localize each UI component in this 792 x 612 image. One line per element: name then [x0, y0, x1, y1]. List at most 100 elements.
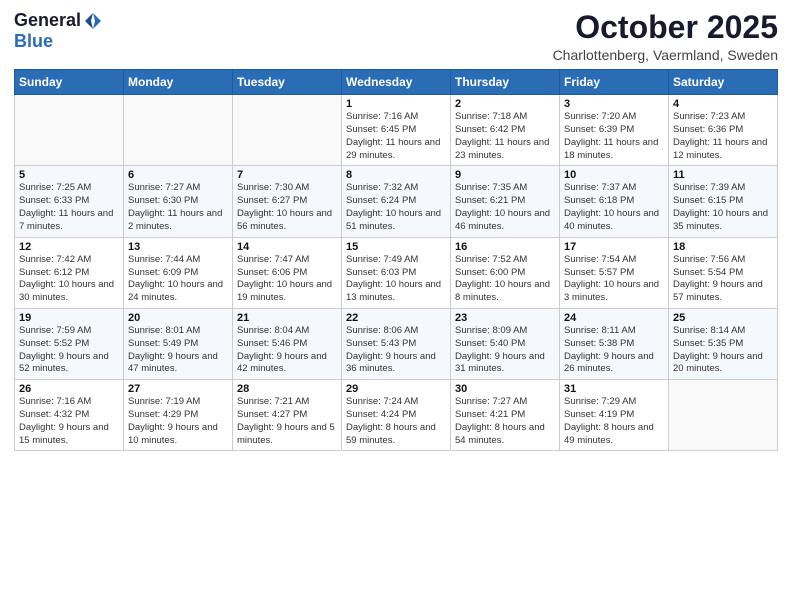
- calendar-week-2: 5Sunrise: 7:25 AMSunset: 6:33 PMDaylight…: [15, 166, 778, 237]
- day-info: Sunrise: 7:49 AMSunset: 6:03 PMDaylight:…: [346, 254, 446, 305]
- calendar-header-row: SundayMondayTuesdayWednesdayThursdayFrid…: [15, 70, 778, 95]
- day-number: 8: [346, 169, 446, 181]
- day-info: Sunrise: 8:01 AMSunset: 5:49 PMDaylight:…: [128, 325, 228, 376]
- calendar-cell: 23Sunrise: 8:09 AMSunset: 5:40 PMDayligh…: [451, 308, 560, 379]
- calendar-cell: 20Sunrise: 8:01 AMSunset: 5:49 PMDayligh…: [124, 308, 233, 379]
- calendar-table: SundayMondayTuesdayWednesdayThursdayFrid…: [14, 69, 778, 451]
- day-number: 17: [564, 241, 664, 253]
- day-number: 25: [673, 312, 773, 324]
- calendar-week-5: 26Sunrise: 7:16 AMSunset: 4:32 PMDayligh…: [15, 380, 778, 451]
- calendar-cell: 3Sunrise: 7:20 AMSunset: 6:39 PMDaylight…: [560, 95, 669, 166]
- day-info: Sunrise: 7:30 AMSunset: 6:27 PMDaylight:…: [237, 182, 337, 233]
- calendar-dow-saturday: Saturday: [669, 70, 778, 95]
- day-number: 4: [673, 98, 773, 110]
- calendar-cell: 11Sunrise: 7:39 AMSunset: 6:15 PMDayligh…: [669, 166, 778, 237]
- calendar-cell: 18Sunrise: 7:56 AMSunset: 5:54 PMDayligh…: [669, 237, 778, 308]
- calendar-cell: 28Sunrise: 7:21 AMSunset: 4:27 PMDayligh…: [233, 380, 342, 451]
- day-info: Sunrise: 7:27 AMSunset: 6:30 PMDaylight:…: [128, 182, 228, 233]
- calendar-week-4: 19Sunrise: 7:59 AMSunset: 5:52 PMDayligh…: [15, 308, 778, 379]
- day-info: Sunrise: 7:16 AMSunset: 4:32 PMDaylight:…: [19, 396, 119, 447]
- day-number: 23: [455, 312, 555, 324]
- day-info: Sunrise: 7:47 AMSunset: 6:06 PMDaylight:…: [237, 254, 337, 305]
- day-info: Sunrise: 7:21 AMSunset: 4:27 PMDaylight:…: [237, 396, 337, 447]
- day-number: 3: [564, 98, 664, 110]
- page-header: General Blue October 2025 Charlottenberg…: [14, 10, 778, 63]
- day-info: Sunrise: 7:16 AMSunset: 6:45 PMDaylight:…: [346, 111, 446, 162]
- day-number: 28: [237, 383, 337, 395]
- calendar-dow-wednesday: Wednesday: [342, 70, 451, 95]
- day-info: Sunrise: 7:27 AMSunset: 4:21 PMDaylight:…: [455, 396, 555, 447]
- day-number: 6: [128, 169, 228, 181]
- day-number: 19: [19, 312, 119, 324]
- day-info: Sunrise: 8:14 AMSunset: 5:35 PMDaylight:…: [673, 325, 773, 376]
- day-number: 24: [564, 312, 664, 324]
- calendar-cell: 1Sunrise: 7:16 AMSunset: 6:45 PMDaylight…: [342, 95, 451, 166]
- day-number: 15: [346, 241, 446, 253]
- calendar-cell: 9Sunrise: 7:35 AMSunset: 6:21 PMDaylight…: [451, 166, 560, 237]
- day-number: 9: [455, 169, 555, 181]
- calendar-cell: 7Sunrise: 7:30 AMSunset: 6:27 PMDaylight…: [233, 166, 342, 237]
- calendar-dow-friday: Friday: [560, 70, 669, 95]
- day-number: 5: [19, 169, 119, 181]
- day-info: Sunrise: 7:56 AMSunset: 5:54 PMDaylight:…: [673, 254, 773, 305]
- logo-blue: Blue: [14, 31, 53, 52]
- day-info: Sunrise: 7:59 AMSunset: 5:52 PMDaylight:…: [19, 325, 119, 376]
- calendar-cell: 25Sunrise: 8:14 AMSunset: 5:35 PMDayligh…: [669, 308, 778, 379]
- day-info: Sunrise: 7:23 AMSunset: 6:36 PMDaylight:…: [673, 111, 773, 162]
- calendar-cell: 4Sunrise: 7:23 AMSunset: 6:36 PMDaylight…: [669, 95, 778, 166]
- calendar-cell: 15Sunrise: 7:49 AMSunset: 6:03 PMDayligh…: [342, 237, 451, 308]
- day-number: 13: [128, 241, 228, 253]
- calendar-week-3: 12Sunrise: 7:42 AMSunset: 6:12 PMDayligh…: [15, 237, 778, 308]
- logo: General Blue: [14, 10, 103, 52]
- calendar-cell: 5Sunrise: 7:25 AMSunset: 6:33 PMDaylight…: [15, 166, 124, 237]
- day-number: 2: [455, 98, 555, 110]
- title-block: October 2025 Charlottenberg, Vaermland, …: [553, 10, 778, 63]
- day-info: Sunrise: 7:25 AMSunset: 6:33 PMDaylight:…: [19, 182, 119, 233]
- day-number: 7: [237, 169, 337, 181]
- logo-general: General: [14, 10, 81, 31]
- day-number: 18: [673, 241, 773, 253]
- calendar-cell: 8Sunrise: 7:32 AMSunset: 6:24 PMDaylight…: [342, 166, 451, 237]
- day-info: Sunrise: 7:24 AMSunset: 4:24 PMDaylight:…: [346, 396, 446, 447]
- page-container: General Blue October 2025 Charlottenberg…: [0, 0, 792, 459]
- calendar-cell: [233, 95, 342, 166]
- calendar-cell: 10Sunrise: 7:37 AMSunset: 6:18 PMDayligh…: [560, 166, 669, 237]
- day-info: Sunrise: 7:42 AMSunset: 6:12 PMDaylight:…: [19, 254, 119, 305]
- calendar-cell: 31Sunrise: 7:29 AMSunset: 4:19 PMDayligh…: [560, 380, 669, 451]
- day-number: 22: [346, 312, 446, 324]
- day-number: 20: [128, 312, 228, 324]
- day-info: Sunrise: 7:37 AMSunset: 6:18 PMDaylight:…: [564, 182, 664, 233]
- day-info: Sunrise: 7:35 AMSunset: 6:21 PMDaylight:…: [455, 182, 555, 233]
- calendar-cell: 27Sunrise: 7:19 AMSunset: 4:29 PMDayligh…: [124, 380, 233, 451]
- day-info: Sunrise: 7:52 AMSunset: 6:00 PMDaylight:…: [455, 254, 555, 305]
- day-number: 29: [346, 383, 446, 395]
- calendar-dow-thursday: Thursday: [451, 70, 560, 95]
- day-info: Sunrise: 8:04 AMSunset: 5:46 PMDaylight:…: [237, 325, 337, 376]
- calendar-cell: 12Sunrise: 7:42 AMSunset: 6:12 PMDayligh…: [15, 237, 124, 308]
- day-number: 21: [237, 312, 337, 324]
- calendar-cell: 26Sunrise: 7:16 AMSunset: 4:32 PMDayligh…: [15, 380, 124, 451]
- logo-icon: [83, 11, 103, 31]
- calendar-cell: [124, 95, 233, 166]
- day-info: Sunrise: 7:29 AMSunset: 4:19 PMDaylight:…: [564, 396, 664, 447]
- day-info: Sunrise: 7:20 AMSunset: 6:39 PMDaylight:…: [564, 111, 664, 162]
- day-number: 30: [455, 383, 555, 395]
- day-info: Sunrise: 7:44 AMSunset: 6:09 PMDaylight:…: [128, 254, 228, 305]
- day-info: Sunrise: 7:18 AMSunset: 6:42 PMDaylight:…: [455, 111, 555, 162]
- calendar-dow-monday: Monday: [124, 70, 233, 95]
- calendar-cell: 13Sunrise: 7:44 AMSunset: 6:09 PMDayligh…: [124, 237, 233, 308]
- day-info: Sunrise: 7:39 AMSunset: 6:15 PMDaylight:…: [673, 182, 773, 233]
- calendar-cell: 29Sunrise: 7:24 AMSunset: 4:24 PMDayligh…: [342, 380, 451, 451]
- day-number: 26: [19, 383, 119, 395]
- calendar-cell: 6Sunrise: 7:27 AMSunset: 6:30 PMDaylight…: [124, 166, 233, 237]
- calendar-cell: 22Sunrise: 8:06 AMSunset: 5:43 PMDayligh…: [342, 308, 451, 379]
- day-number: 1: [346, 98, 446, 110]
- calendar-dow-sunday: Sunday: [15, 70, 124, 95]
- calendar-cell: 16Sunrise: 7:52 AMSunset: 6:00 PMDayligh…: [451, 237, 560, 308]
- day-info: Sunrise: 7:32 AMSunset: 6:24 PMDaylight:…: [346, 182, 446, 233]
- calendar-cell: [15, 95, 124, 166]
- day-number: 11: [673, 169, 773, 181]
- day-number: 31: [564, 383, 664, 395]
- calendar-cell: [669, 380, 778, 451]
- location-subtitle: Charlottenberg, Vaermland, Sweden: [553, 47, 778, 63]
